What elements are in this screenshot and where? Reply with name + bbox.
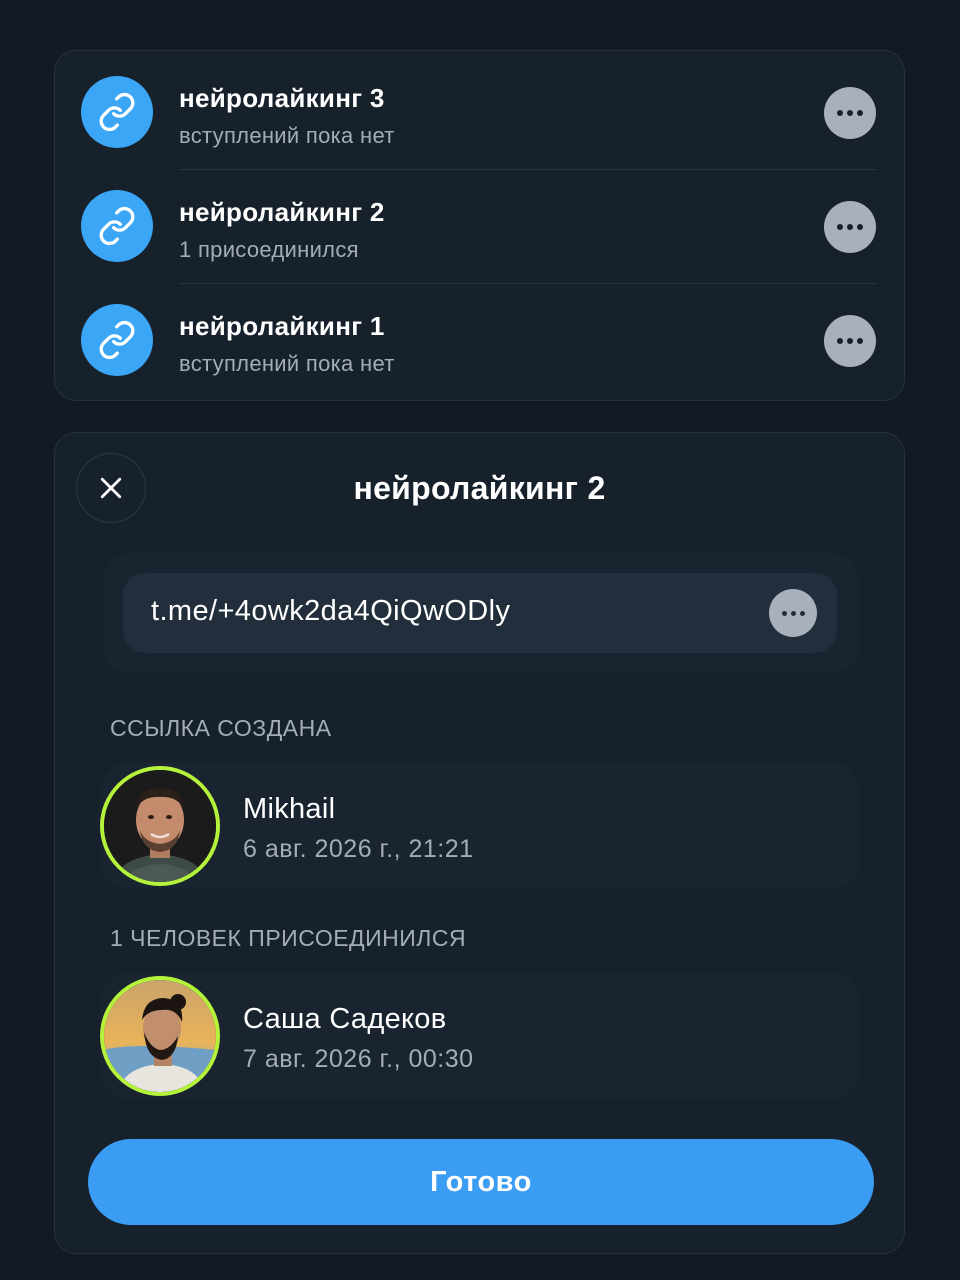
more-dots-icon: [837, 224, 843, 230]
invite-url-text[interactable]: t.me/+4owk2da4QiQwODly: [151, 595, 510, 628]
avatar: [100, 766, 220, 886]
invite-url-field[interactable]: t.me/+4owk2da4QiQwODly: [123, 573, 837, 653]
url-more-options-button[interactable]: [769, 589, 817, 637]
link-icon: [81, 304, 153, 376]
link-title: нейролайкинг 1: [179, 311, 385, 341]
more-dots-icon: [837, 110, 843, 116]
link-icon: [81, 76, 153, 148]
more-dots-icon: [837, 338, 843, 344]
more-options-button[interactable]: [824, 201, 876, 253]
link-status: вступлений пока нет: [179, 123, 395, 148]
invite-link-row[interactable]: нейролайкинг 3 вступлений пока нет: [55, 51, 904, 165]
sheet-title: нейролайкинг 2: [353, 470, 606, 506]
more-dots-icon: [781, 610, 787, 616]
invite-link-row[interactable]: нейролайкинг 2 1 присоединился: [55, 165, 904, 279]
member-name: Саша Садеков: [243, 1003, 447, 1035]
link-status: вступлений пока нет: [179, 351, 395, 376]
done-button[interactable]: Готово: [88, 1139, 874, 1225]
avatar: [100, 976, 220, 1096]
invite-link-row[interactable]: нейролайкинг 1 вступлений пока нет: [55, 279, 904, 393]
more-options-button[interactable]: [824, 87, 876, 139]
created-section-label: ССЫЛКА СОЗДАНА: [110, 715, 332, 741]
invite-links-list: нейролайкинг 3 вступлений пока нет нейро…: [54, 50, 905, 401]
link-title: нейролайкинг 3: [179, 83, 385, 113]
link-icon: [81, 190, 153, 262]
member-row[interactable]: Саша Садеков 7 авг. 2026 г., 00:30: [100, 973, 860, 1099]
link-status: 1 присоединился: [179, 237, 359, 262]
more-options-button[interactable]: [824, 315, 876, 367]
creator-name: Mikhail: [243, 793, 336, 825]
invite-url-container: t.me/+4owk2da4QiQwODly: [103, 553, 859, 673]
invite-link-details-sheet: нейролайкинг 2 t.me/+4owk2da4QiQwODly СС…: [54, 432, 905, 1254]
creator-row[interactable]: Mikhail 6 авг. 2026 г., 21:21: [100, 763, 860, 889]
creator-date: 6 авг. 2026 г., 21:21: [243, 835, 474, 863]
joined-section-label: 1 ЧЕЛОВЕК ПРИСОЕДИНИЛСЯ: [110, 925, 467, 951]
member-join-date: 7 авг. 2026 г., 00:30: [243, 1045, 474, 1073]
link-title: нейролайкинг 2: [179, 197, 385, 227]
